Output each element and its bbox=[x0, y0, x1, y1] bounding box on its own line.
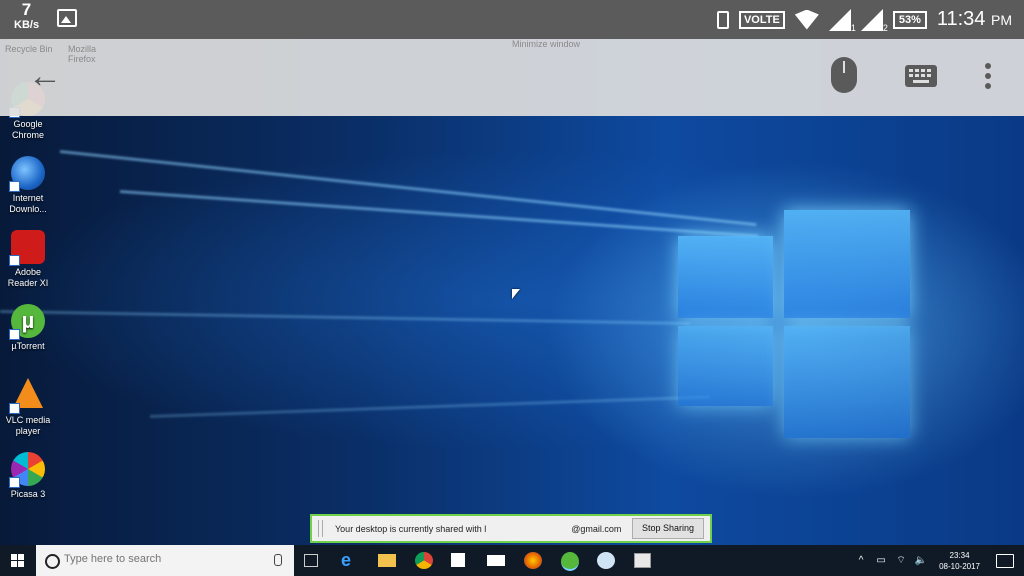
mail-icon[interactable] bbox=[487, 555, 505, 566]
desktop-icon-adobe-reader[interactable]: Adobe Reader XI bbox=[2, 230, 54, 289]
window-logo-pane bbox=[784, 326, 910, 438]
task-view-icon[interactable] bbox=[304, 554, 318, 567]
network-speed: 7 KB/s bbox=[14, 0, 40, 31]
keyboard-icon[interactable] bbox=[905, 65, 937, 87]
mouse-mode-button[interactable] bbox=[831, 57, 859, 95]
signal-icon: 2 bbox=[860, 8, 888, 33]
light-beam bbox=[0, 310, 690, 326]
vibrate-icon bbox=[716, 10, 729, 29]
app-icon[interactable] bbox=[634, 553, 651, 568]
android-status-bar: 7 KB/s VOLTE 1 2 53% 11:34 PM bbox=[0, 0, 1024, 39]
desktop-sharing-bar: Your desktop is currently shared with l … bbox=[310, 514, 712, 543]
file-explorer-icon[interactable] bbox=[378, 554, 396, 567]
desktop-icon-label: Google Chrome bbox=[11, 119, 44, 140]
mouse-icon bbox=[831, 57, 857, 93]
tray-clock[interactable]: 23:34 08-10-2017 bbox=[939, 550, 980, 572]
status-icons: VOLTE 1 2 53% 11:34 PM bbox=[716, 0, 1012, 39]
utorrent-icon[interactable] bbox=[561, 552, 579, 571]
chrome-icon[interactable] bbox=[415, 552, 433, 569]
volte-badge: VOLTE bbox=[738, 10, 785, 29]
picasa-icon bbox=[9, 452, 45, 488]
desktop-icon-label: Adobe Reader XI bbox=[7, 267, 49, 288]
wifi-icon bbox=[794, 9, 819, 30]
vlc-icon bbox=[9, 378, 45, 414]
desktop-icon-internet-download-manager[interactable]: Internet Downlo... bbox=[2, 156, 54, 215]
light-beam bbox=[59, 150, 757, 227]
idm-icon bbox=[9, 156, 45, 192]
ghost-recycle-bin-label: Recycle Bin bbox=[5, 44, 53, 54]
window-logo-pane bbox=[678, 236, 773, 318]
store-icon[interactable] bbox=[451, 553, 465, 567]
cortana-icon bbox=[45, 554, 60, 569]
sharing-message: Your desktop is currently shared with l … bbox=[335, 523, 622, 534]
ghost-firefox-label: Mozilla Firefox bbox=[68, 44, 97, 64]
gallery-icon bbox=[57, 9, 77, 27]
battery-tray-icon[interactable]: ▭ bbox=[874, 555, 888, 567]
stop-sharing-button[interactable]: Stop Sharing bbox=[631, 518, 704, 539]
desktop-icon-utorrent[interactable]: µ µTorrent bbox=[2, 304, 54, 352]
desktop-icon-label: Internet Downlo... bbox=[9, 193, 47, 214]
windows-taskbar: e ^ ▭ ⌔ 🔈 23:34 08-10-2017 bbox=[0, 545, 1024, 576]
signal-icon: 1 bbox=[828, 8, 856, 33]
notification-icon[interactable] bbox=[996, 553, 1014, 568]
utorrent-icon: µ bbox=[9, 304, 45, 340]
start-button[interactable] bbox=[0, 545, 36, 576]
drag-handle[interactable] bbox=[318, 520, 323, 537]
status-clock: 11:34 PM bbox=[936, 8, 1012, 30]
windows-logo-icon bbox=[11, 554, 24, 567]
window-logo-pane bbox=[678, 326, 773, 406]
desktop-icon-label: µTorrent bbox=[11, 341, 45, 351]
chevron-up-icon[interactable]: ^ bbox=[854, 555, 868, 567]
volume-icon[interactable]: 🔈 bbox=[914, 555, 928, 567]
firefox-icon[interactable] bbox=[524, 552, 542, 569]
mouse-cursor-icon bbox=[512, 289, 520, 299]
taskbar-search[interactable] bbox=[36, 545, 294, 576]
desktop-icon-vlc[interactable]: VLC media player bbox=[2, 378, 54, 437]
wifi-tray-icon[interactable]: ⌔ bbox=[894, 555, 908, 567]
desktop-icon-picasa[interactable]: Picasa 3 bbox=[2, 452, 54, 500]
desktop-icon-label: Picasa 3 bbox=[10, 489, 46, 499]
desktop-icon-label: VLC media player bbox=[5, 415, 51, 436]
light-beam bbox=[149, 395, 710, 418]
more-vert-icon[interactable] bbox=[982, 63, 994, 93]
ghost-tooltip: Minimize window bbox=[512, 39, 581, 49]
battery-icon: 53% bbox=[892, 10, 927, 29]
edge-icon[interactable]: e bbox=[341, 551, 359, 569]
adobe-reader-icon bbox=[9, 230, 45, 266]
teamviewer-icon[interactable] bbox=[597, 552, 615, 569]
window-logo-pane bbox=[784, 210, 910, 318]
system-tray: ^ ▭ ⌔ 🔈 23:34 08-10-2017 bbox=[851, 545, 1024, 576]
remote-control-toolbar: Recycle Bin Mozilla Firefox Minimize win… bbox=[0, 39, 1024, 116]
microphone-icon[interactable] bbox=[274, 554, 282, 566]
search-input[interactable] bbox=[64, 553, 274, 565]
back-arrow-icon[interactable]: ← bbox=[28, 59, 62, 93]
